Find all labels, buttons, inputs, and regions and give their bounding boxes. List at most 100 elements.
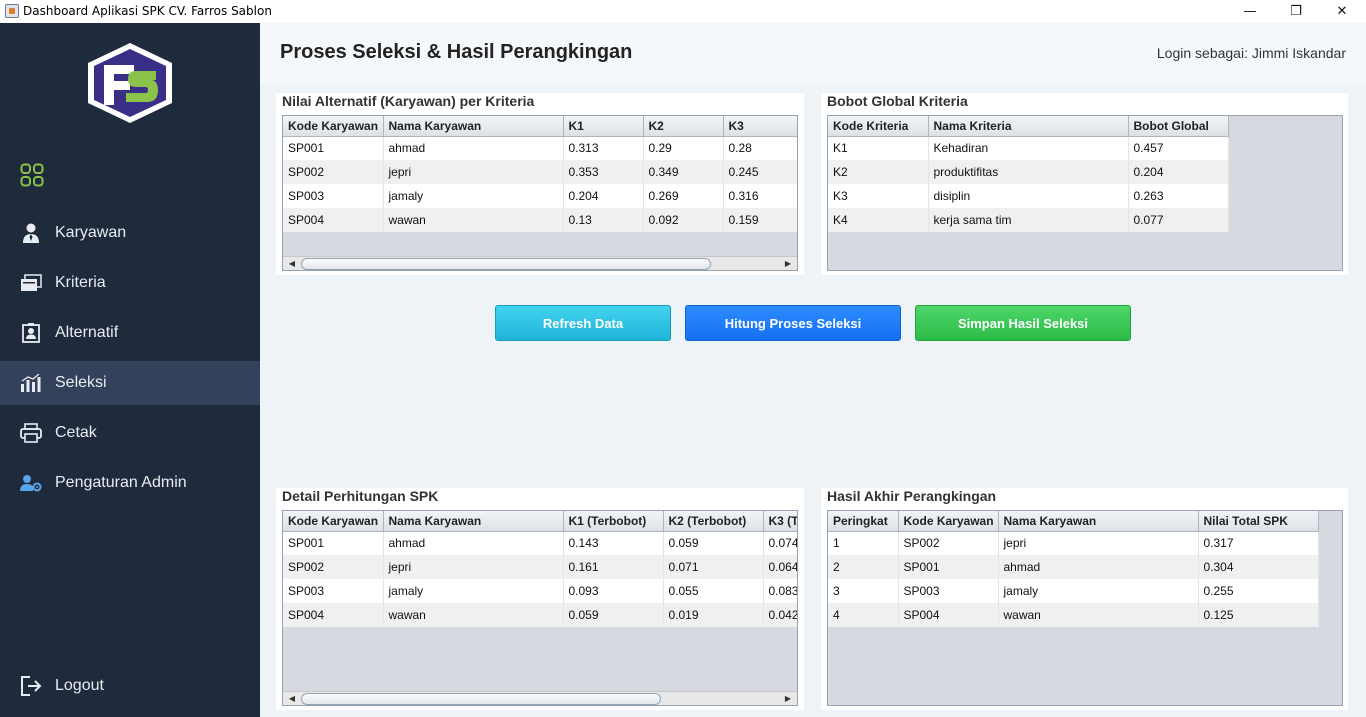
table-row[interactable]: SP004 wawan 0.13 0.092 0.159 <box>283 208 797 232</box>
column-header[interactable]: Kode Karyawan <box>283 116 384 137</box>
column-header[interactable]: Nama Karyawan <box>383 116 564 137</box>
table-row[interactable]: SP003 jamaly 0.204 0.269 0.316 <box>283 184 797 208</box>
column-header[interactable]: K1 <box>563 116 644 137</box>
table-cell: ahmad <box>383 531 564 555</box>
table-cell: SP003 <box>283 184 384 208</box>
detail-perhitungan-table[interactable]: Kode Karyawan Nama Karyawan K1 (Terbobot… <box>282 510 798 706</box>
bar-chart-icon <box>20 372 42 394</box>
column-header[interactable]: Nilai Total SPK <box>1198 511 1319 532</box>
table-row[interactable]: SP002 jepri 0.353 0.349 0.245 <box>283 160 797 184</box>
table-row[interactable]: SP001 ahmad 0.143 0.059 0.074 <box>283 531 797 555</box>
scrollbar-thumb[interactable] <box>301 258 711 270</box>
table-cell: 0.245 <box>723 160 797 184</box>
sidebar-item-label: Karyawan <box>55 224 127 241</box>
bobot-global-table[interactable]: Kode Kriteria Nama Kriteria Bobot Global… <box>827 115 1343 271</box>
table-row[interactable]: SP003 jamaly 0.093 0.055 0.083 <box>283 579 797 603</box>
column-header[interactable]: Kode Karyawan <box>283 511 384 532</box>
table-cell: wawan <box>383 603 564 627</box>
window-title: Dashboard Aplikasi SPK CV. Farros Sablon <box>23 4 272 18</box>
table-cell: SP004 <box>898 603 999 627</box>
table-row[interactable]: SP002 jepri 0.161 0.071 0.064 <box>283 555 797 579</box>
close-button[interactable]: ✕ <box>1319 0 1365 23</box>
sidebar-item-kriteria[interactable]: Kriteria <box>0 261 260 305</box>
column-header[interactable]: K3 (T <box>763 511 797 532</box>
table-cell: 0.071 <box>663 555 764 579</box>
table-cell: produktifitas <box>928 160 1129 184</box>
maximize-button[interactable]: ❐ <box>1273 0 1319 23</box>
table-cell: 2 <box>828 555 899 579</box>
column-header[interactable]: K3 <box>723 116 797 137</box>
scroll-left-arrow-icon[interactable]: ◀ <box>285 693 299 705</box>
table-cell: 0.019 <box>663 603 764 627</box>
nilai-alternatif-table[interactable]: Kode Karyawan Nama Karyawan K1 K2 K3 SP0… <box>282 115 798 271</box>
table-header-row: Kode Kriteria Nama Kriteria Bobot Global <box>828 116 1229 137</box>
table-row[interactable]: 2 SP001 ahmad 0.304 <box>828 555 1319 579</box>
column-header[interactable]: K1 (Terbobot) <box>563 511 664 532</box>
column-header[interactable]: K2 <box>643 116 724 137</box>
horizontal-scrollbar[interactable]: ◀ ▶ <box>283 256 797 270</box>
table-row[interactable]: 4 SP004 wawan 0.125 <box>828 603 1319 627</box>
scroll-right-arrow-icon[interactable]: ▶ <box>781 258 795 270</box>
table-row[interactable]: K3 disiplin 0.263 <box>828 184 1229 208</box>
minimize-button[interactable]: — <box>1227 0 1273 23</box>
user-icon <box>20 222 42 244</box>
sidebar-item-seleksi[interactable]: Seleksi <box>0 361 260 405</box>
column-header[interactable]: Nama Kriteria <box>928 116 1129 137</box>
company-logo <box>88 43 172 123</box>
column-header[interactable]: Nama Karyawan <box>998 511 1199 532</box>
table-cell: 0.317 <box>1198 531 1319 555</box>
sidebar-item-alternatif[interactable]: Alternatif <box>0 311 260 355</box>
table-cell: 0.349 <box>643 160 724 184</box>
logout-button[interactable]: Logout <box>0 664 260 708</box>
hasil-akhir-panel: Hasil Akhir Perangkingan Peringkat Kode … <box>821 488 1348 710</box>
scroll-right-arrow-icon[interactable]: ▶ <box>781 693 795 705</box>
column-header[interactable]: Nama Karyawan <box>383 511 564 532</box>
panel-title: Nilai Alternatif (Karyawan) per Kriteria <box>282 93 535 109</box>
login-info: Login sebagai: Jimmi Iskandar <box>1156 45 1346 61</box>
table-row[interactable]: SP004 wawan 0.059 0.019 0.042 <box>283 603 797 627</box>
column-header[interactable]: Peringkat <box>828 511 899 532</box>
hitung-proses-seleksi-button[interactable]: Hitung Proses Seleksi <box>685 305 901 341</box>
sidebar-item-pengaturan-admin[interactable]: Pengaturan Admin <box>0 461 260 505</box>
table-cell: SP003 <box>898 579 999 603</box>
table-row[interactable]: K2 produktifitas 0.204 <box>828 160 1229 184</box>
table-cell: ahmad <box>383 136 564 160</box>
sidebar-item-cetak[interactable]: Cetak <box>0 411 260 455</box>
column-header[interactable]: Kode Kriteria <box>828 116 929 137</box>
column-header[interactable]: Kode Karyawan <box>898 511 999 532</box>
table-cell: K2 <box>828 160 929 184</box>
table-cell: SP002 <box>283 160 384 184</box>
table-cell: jepri <box>383 555 564 579</box>
page-header: Proses Seleksi & Hasil Perangkingan Logi… <box>260 23 1366 83</box>
table-cell: jamaly <box>383 184 564 208</box>
table-row[interactable]: SP001 ahmad 0.313 0.29 0.28 <box>283 136 797 160</box>
table-cell: ahmad <box>998 555 1199 579</box>
panel-title: Bobot Global Kriteria <box>827 93 968 109</box>
sidebar-item-label: Cetak <box>55 424 97 441</box>
table-cell: 0.161 <box>563 555 664 579</box>
hasil-akhir-table[interactable]: Peringkat Kode Karyawan Nama Karyawan Ni… <box>827 510 1343 706</box>
scroll-left-arrow-icon[interactable]: ◀ <box>285 258 299 270</box>
column-header[interactable]: K2 (Terbobot) <box>663 511 764 532</box>
table-row[interactable]: 3 SP003 jamaly 0.255 <box>828 579 1319 603</box>
table-cell: K1 <box>828 136 929 160</box>
table-row[interactable]: 1 SP002 jepri 0.317 <box>828 531 1319 555</box>
table-row[interactable]: K4 kerja sama tim 0.077 <box>828 208 1229 232</box>
sidebar-item-karyawan[interactable]: Karyawan <box>0 211 260 255</box>
table-cell: 0.269 <box>643 184 724 208</box>
column-header[interactable]: Bobot Global <box>1128 116 1229 137</box>
table-header-row: Kode Karyawan Nama Karyawan K1 K2 K3 <box>283 116 797 137</box>
horizontal-scrollbar[interactable]: ◀ ▶ <box>283 691 797 705</box>
table-row[interactable]: K1 Kehadiran 0.457 <box>828 136 1229 160</box>
scrollbar-thumb[interactable] <box>301 693 661 705</box>
detail-perhitungan-panel: Detail Perhitungan SPK Kode Karyawan Nam… <box>276 488 804 710</box>
table-cell: 0.353 <box>563 160 644 184</box>
refresh-data-button[interactable]: Refresh Data <box>495 305 671 341</box>
table-cell: K4 <box>828 208 929 232</box>
simpan-hasil-seleksi-button[interactable]: Simpan Hasil Seleksi <box>915 305 1131 341</box>
table-cell: 0.125 <box>1198 603 1319 627</box>
sidebar-item-label: Seleksi <box>55 374 107 391</box>
nilai-alternatif-panel: Nilai Alternatif (Karyawan) per Kriteria… <box>276 93 804 275</box>
table-cell: 0.255 <box>1198 579 1319 603</box>
dashboard-grid-icon[interactable] <box>20 163 44 187</box>
